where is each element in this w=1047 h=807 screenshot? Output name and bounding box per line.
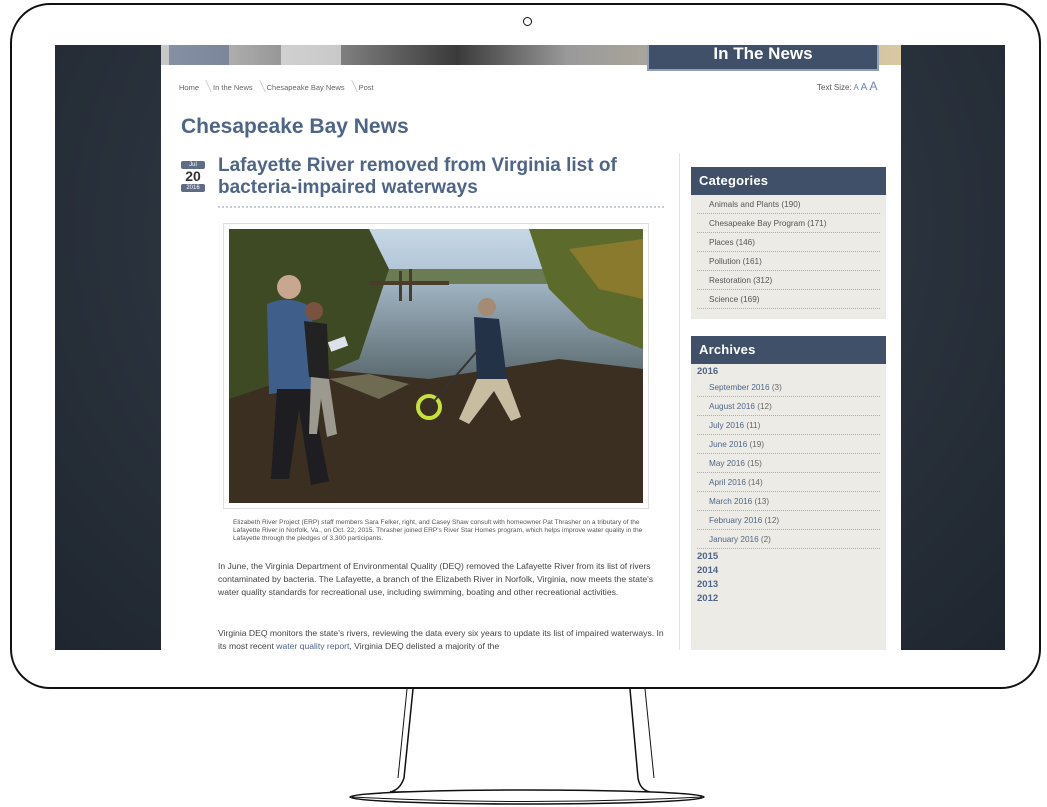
- category-item[interactable]: Animals and Plants (190): [697, 195, 880, 214]
- archive-month-count: (13): [754, 497, 770, 506]
- categories-widget: Categories Animals and Plants (190) Ches…: [691, 167, 886, 319]
- post-date-day: 20: [185, 168, 201, 184]
- archive-month-item[interactable]: June 2016 (19): [697, 435, 880, 454]
- title-divider: [218, 206, 664, 208]
- post-title[interactable]: Lafayette River removed from Virginia li…: [218, 155, 658, 199]
- archive-month-label: April 2016: [709, 478, 746, 487]
- post-date-badge: Jul 20 2016: [181, 161, 205, 192]
- archive-month-item[interactable]: August 2016 (12): [697, 397, 880, 416]
- archive-month-label: February 2016: [709, 516, 763, 525]
- breadcrumb-home[interactable]: Home: [179, 83, 213, 92]
- archive-month-count: (2): [760, 535, 771, 544]
- archive-month-count: (3): [771, 383, 782, 392]
- archive-month-count: (12): [757, 402, 772, 411]
- archives-heading: Archives: [691, 336, 886, 364]
- post-date-year: 2016: [181, 184, 205, 192]
- text-size-label: Text Size:: [817, 83, 852, 92]
- category-item[interactable]: Chesapeake Bay Program (171): [697, 214, 880, 233]
- text-size-large-button[interactable]: A: [870, 79, 878, 93]
- post-photo: [223, 223, 649, 509]
- archive-month-item[interactable]: January 2016 (2): [697, 530, 880, 549]
- archive-year-2015[interactable]: 2015: [691, 549, 886, 563]
- screen: In The News Home In the News Chesapeake …: [55, 45, 1005, 650]
- page-title: Chesapeake Bay News: [181, 115, 409, 138]
- archive-year-2016[interactable]: 2016: [691, 364, 886, 378]
- post-paragraph-2-end: , Virginia DEQ delisted a majority of th…: [349, 641, 500, 650]
- archive-year-2012[interactable]: 2012: [691, 591, 886, 605]
- archive-month-item[interactable]: May 2016 (15): [697, 454, 880, 473]
- archive-month-count: (19): [749, 440, 765, 449]
- text-size-small-button[interactable]: A: [853, 83, 858, 92]
- archive-month-label: July 2016: [709, 421, 745, 430]
- archive-month-item[interactable]: February 2016 (12): [697, 511, 880, 530]
- archive-month-label: June 2016: [709, 440, 748, 449]
- section-banner-title: In The News: [647, 45, 879, 71]
- archive-month-label: May 2016: [709, 459, 745, 468]
- web-page: In The News Home In the News Chesapeake …: [161, 45, 901, 650]
- breadcrumb-post: Post: [358, 83, 374, 92]
- archive-month-count: (15): [747, 459, 762, 468]
- breadcrumb-chesapeake-bay-news[interactable]: Chesapeake Bay News: [267, 83, 359, 92]
- archive-month-count: (12): [764, 516, 780, 525]
- archive-year-2013[interactable]: 2013: [691, 577, 886, 591]
- category-item[interactable]: Science (169): [697, 290, 880, 309]
- text-size-control: Text Size: A A A: [817, 79, 878, 93]
- categories-heading: Categories: [691, 167, 886, 195]
- sidebar-divider: [679, 153, 680, 650]
- breadcrumb-in-the-news[interactable]: In the News: [213, 83, 267, 92]
- archive-month-item[interactable]: July 2016 (11): [697, 416, 880, 435]
- archive-month-label: March 2016: [709, 497, 753, 506]
- archive-month-count: (11): [746, 421, 761, 430]
- archive-month-label: January 2016: [709, 535, 759, 544]
- post-paragraph-1: In June, the Virginia Department of Envi…: [218, 561, 654, 597]
- archive-month-item[interactable]: September 2016 (3): [697, 378, 880, 397]
- archive-month-label: August 2016: [709, 402, 755, 411]
- photo-caption: Elizabeth River Project (ERP) staff memb…: [233, 519, 643, 542]
- archive-month-item[interactable]: April 2016 (14): [697, 473, 880, 492]
- archive-year-2014[interactable]: 2014: [691, 563, 886, 577]
- category-item[interactable]: Restoration (312): [697, 271, 880, 290]
- post-paragraph-2: Virginia DEQ monitors the state's rivers…: [218, 627, 664, 650]
- archive-month-count: (14): [748, 478, 763, 487]
- archive-month-label: September 2016: [709, 383, 770, 392]
- category-item[interactable]: Places (146): [697, 233, 880, 252]
- archive-month-item[interactable]: March 2016 (13): [697, 492, 880, 511]
- text-size-medium-button[interactable]: A: [861, 82, 868, 93]
- archives-widget: Archives 2016 September 2016 (3) August …: [691, 336, 886, 650]
- category-item[interactable]: Pollution (161): [697, 252, 880, 271]
- breadcrumb: Home In the News Chesapeake Bay News Pos…: [179, 83, 388, 92]
- water-quality-report-link[interactable]: water quality report: [276, 641, 349, 650]
